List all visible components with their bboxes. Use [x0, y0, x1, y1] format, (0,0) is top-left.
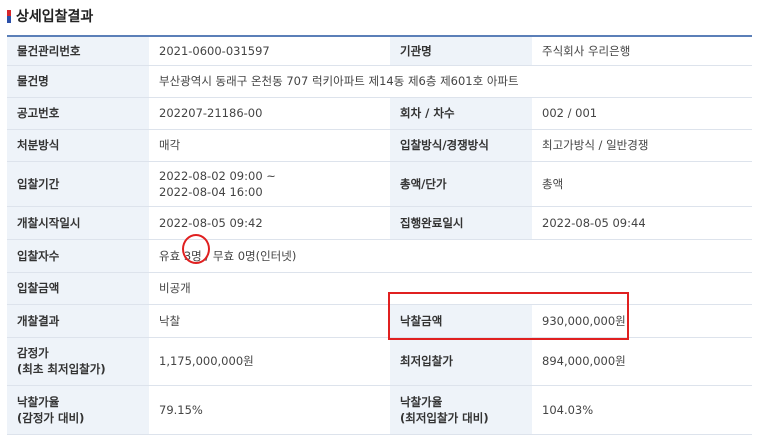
- label-rate-vs-appraisal-line1: 낙찰가율: [17, 394, 60, 409]
- section-title-mark-icon: [7, 9, 11, 23]
- bid-period-start: 2022-08-02 09:00 ~: [159, 168, 276, 183]
- bid-period-end: 2022-08-04 16:00: [159, 184, 263, 199]
- table-row-bid-period: 입찰기간 2022-08-02 09:00 ~ 2022-08-04 16:00…: [7, 161, 752, 207]
- value-total-unit: 총액: [532, 161, 752, 207]
- table-row-bidder-count: 입찰자수 유효 3명 / 무효 0명(인터넷): [7, 239, 752, 273]
- label-appraisal-line2: (최초 최저입찰가): [17, 362, 106, 376]
- label-total-unit: 총액/단가: [390, 161, 532, 207]
- label-appraisal-line1: 감정가: [17, 346, 49, 360]
- table-row-appraisal: 감정가 (최초 최저입찰가) 1,175,000,000원 최저입찰가 894,…: [7, 337, 752, 386]
- table-row-winning-rate: 낙찰가율 (감정가 대비) 79.15% 낙찰가율 (최저입찰가 대비) 104…: [7, 385, 752, 435]
- value-opening-start: 2022-08-05 09:42: [149, 206, 390, 240]
- value-item-name: 부산광역시 동래구 온천동 707 럭키아파트 제14동 제6층 제601호 아…: [149, 65, 752, 98]
- label-item-name: 물건명: [7, 65, 149, 98]
- value-bid-method: 최고가방식 / 일반경쟁: [532, 129, 752, 162]
- table-row-opening-result: 개찰결과 낙찰 낙찰금액 930,000,000원: [7, 304, 752, 338]
- table-row-opening: 개찰시작일시 2022-08-05 09:42 집행완료일시 2022-08-0…: [7, 206, 752, 240]
- value-execution-complete: 2022-08-05 09:44: [532, 206, 752, 240]
- label-rate-vs-minimum-line2: (최저입찰가 대비): [400, 410, 489, 425]
- value-bidder-count: 유효 3명 / 무효 0명(인터넷): [149, 239, 752, 273]
- label-round: 회차 / 차수: [390, 97, 532, 130]
- value-bid-period: 2022-08-02 09:00 ~ 2022-08-04 16:00: [149, 161, 390, 207]
- label-institution: 기관명: [390, 36, 532, 66]
- label-execution-complete: 집행완료일시: [390, 206, 532, 240]
- label-bid-amount: 입찰금액: [7, 272, 149, 305]
- bid-result-table: 물건관리번호 2021-0600-031597 기관명 주식회사 우리은행 물건…: [7, 35, 752, 435]
- table-row-bid-amount: 입찰금액 비공개: [7, 272, 752, 305]
- section-header: 상세입찰결과: [7, 4, 93, 28]
- table-row-notice-number: 공고번호 202207-21186-00 회차 / 차수 002 / 001: [7, 97, 752, 130]
- table-row-item-name: 물건명 부산광역시 동래구 온천동 707 럭키아파트 제14동 제6층 제60…: [7, 65, 752, 98]
- label-bid-method: 입찰방식/경쟁방식: [390, 129, 532, 162]
- value-rate-vs-appraisal: 79.15%: [149, 385, 390, 435]
- section-title: 상세입찰결과: [16, 9, 94, 25]
- table-row-item-number: 물건관리번호 2021-0600-031597 기관명 주식회사 우리은행: [7, 36, 752, 66]
- value-item-number: 2021-0600-031597: [149, 36, 390, 66]
- value-winning-amount: 930,000,000원: [532, 304, 752, 338]
- label-rate-vs-appraisal: 낙찰가율 (감정가 대비): [7, 385, 149, 435]
- label-opening-start: 개찰시작일시: [7, 206, 149, 240]
- label-appraisal: 감정가 (최초 최저입찰가): [7, 337, 149, 386]
- label-opening-result: 개찰결과: [7, 304, 149, 338]
- value-opening-result: 낙찰: [149, 304, 390, 338]
- value-round: 002 / 001: [532, 97, 752, 130]
- label-minimum-bid: 최저입찰가: [390, 337, 532, 386]
- label-disposal-method: 처분방식: [7, 129, 149, 162]
- value-bid-amount: 비공개: [149, 272, 752, 305]
- label-winning-amount: 낙찰금액: [390, 304, 532, 338]
- label-bidder-count: 입찰자수: [7, 239, 149, 273]
- value-rate-vs-minimum: 104.03%: [532, 385, 752, 435]
- label-rate-vs-minimum: 낙찰가율 (최저입찰가 대비): [390, 385, 532, 435]
- value-appraisal: 1,175,000,000원: [149, 337, 390, 386]
- label-rate-vs-appraisal-line2: (감정가 대비): [17, 410, 85, 425]
- label-item-number: 물건관리번호: [7, 36, 149, 66]
- label-bid-period: 입찰기간: [7, 161, 149, 207]
- label-notice-number: 공고번호: [7, 97, 149, 130]
- value-notice-number: 202207-21186-00: [149, 97, 390, 130]
- value-minimum-bid: 894,000,000원: [532, 337, 752, 386]
- table-row-disposal: 처분방식 매각 입찰방식/경쟁방식 최고가방식 / 일반경쟁: [7, 129, 752, 162]
- value-disposal-method: 매각: [149, 129, 390, 162]
- value-institution: 주식회사 우리은행: [532, 36, 752, 66]
- label-rate-vs-minimum-line1: 낙찰가율: [400, 394, 443, 409]
